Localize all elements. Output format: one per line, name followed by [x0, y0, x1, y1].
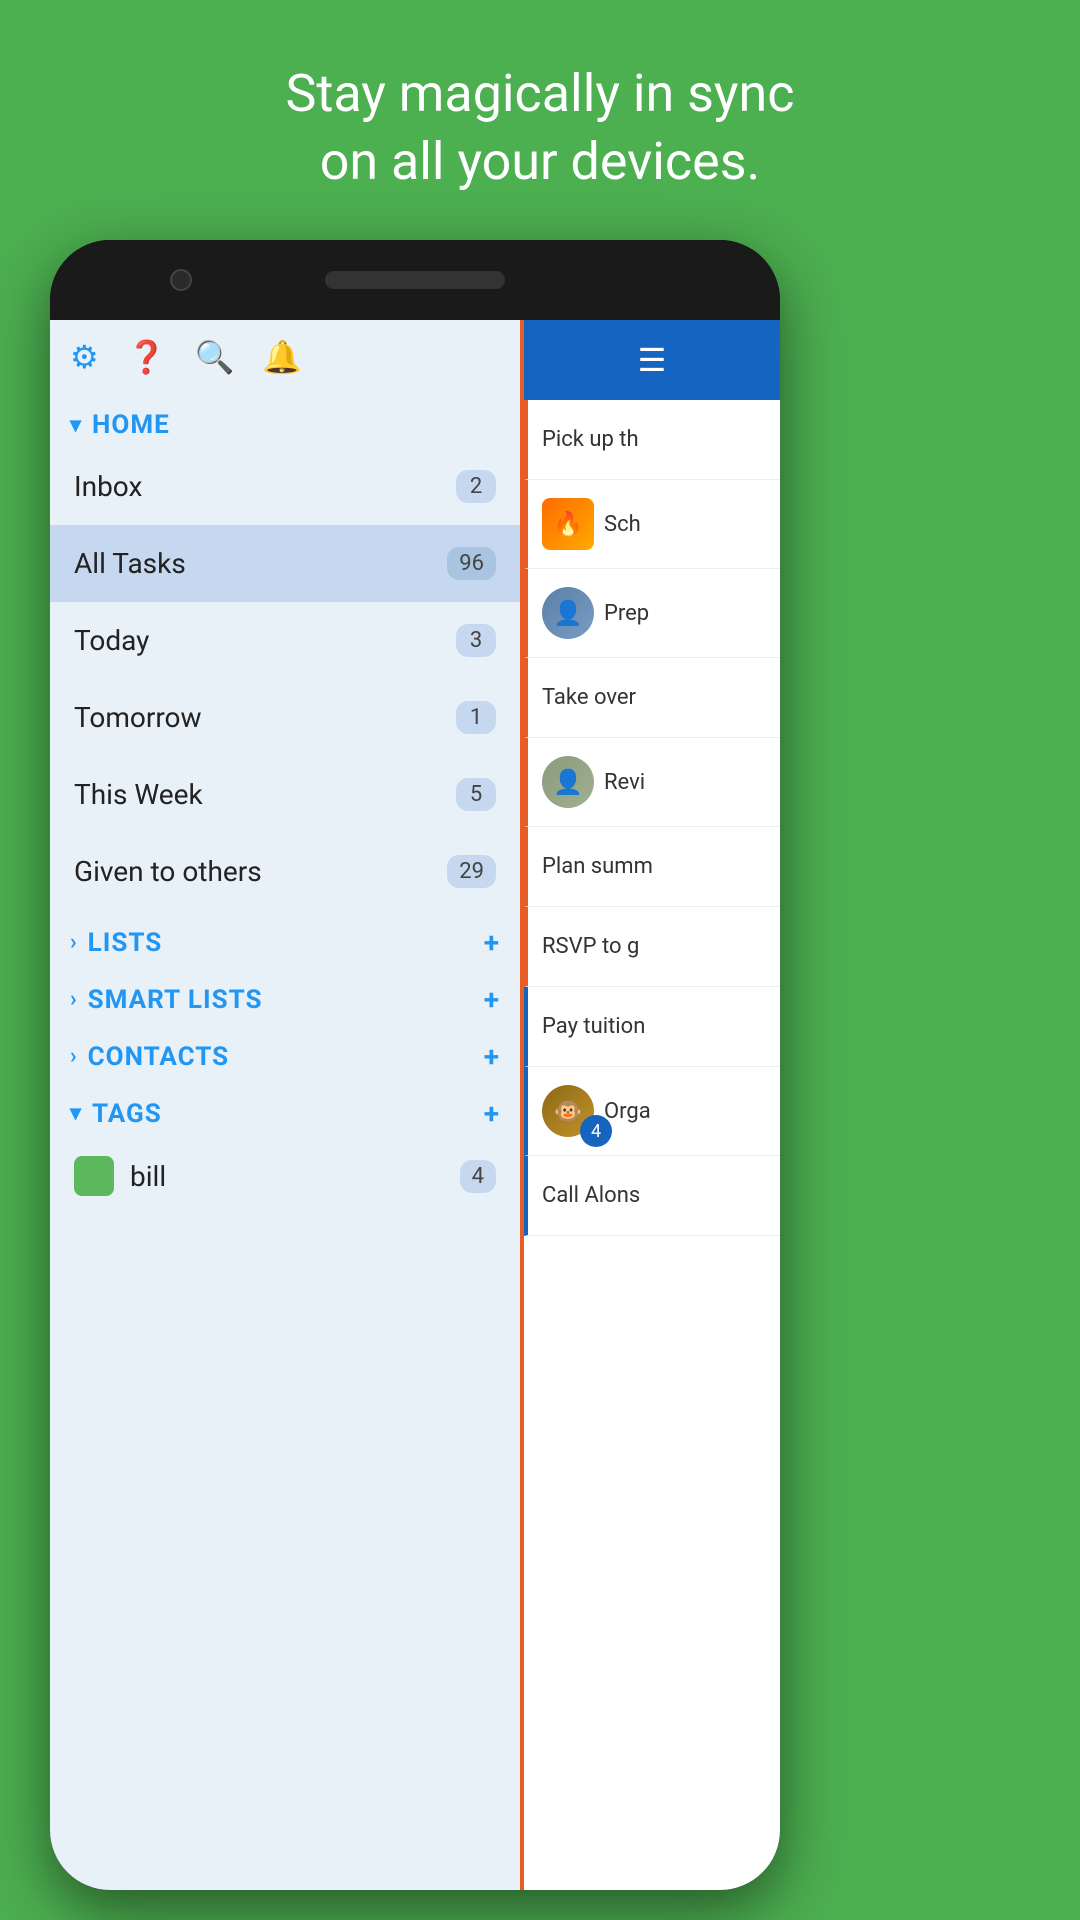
contacts-section-header[interactable]: › CONTACTS + — [50, 1024, 520, 1081]
inbox-count: 2 — [456, 470, 496, 503]
smartlists-section-label: SMART LISTS — [88, 985, 263, 1015]
tomorrow-label: Tomorrow — [74, 701, 202, 734]
tag-label-bill: bill — [130, 1160, 166, 1193]
giventoothers-label: Given to others — [74, 855, 262, 888]
lists-add-icon[interactable]: + — [484, 926, 500, 959]
home-chevron-icon: ▾ — [70, 413, 82, 438]
nav-item-today[interactable]: Today 3 — [50, 602, 520, 679]
alltasks-count: 96 — [447, 547, 496, 580]
alltasks-label: All Tasks — [74, 547, 186, 580]
tags-section-header[interactable]: ▾ TAGS + — [50, 1081, 520, 1138]
task-list: Pick up th 🔥 Sch 👤 Prep Take over 👤 Revi — [524, 400, 780, 1890]
today-label: Today — [74, 624, 149, 657]
smartlists-chevron-icon: › — [70, 987, 78, 1012]
drawer-panel: ⚙ ❓ 🔍 🔔 ▾ HOME Inbox 2 All Tasks 9 — [50, 320, 520, 1890]
task-text-9: Orga — [604, 1099, 766, 1124]
today-count: 3 — [456, 624, 496, 657]
task-text-3: Prep — [604, 601, 766, 626]
tag-dot-bill — [74, 1156, 114, 1196]
task-item-9[interactable]: 🐵 4 Orga — [524, 1067, 780, 1156]
thisweek-label: This Week — [74, 778, 203, 811]
task-avatar-5: 👤 — [542, 756, 594, 808]
header-text: Stay magically in sync on all your devic… — [0, 60, 1080, 195]
task-item-2[interactable]: 🔥 Sch — [524, 480, 780, 569]
header-line1: Stay magically in sync — [0, 60, 1080, 128]
task-text-7: RSVP to g — [542, 934, 766, 959]
task-text-2: Sch — [604, 512, 766, 537]
tags-chevron-icon: ▾ — [70, 1101, 82, 1126]
nav-item-giventoothers[interactable]: Given to others 29 — [50, 833, 520, 910]
task-item-6[interactable]: Plan summ — [524, 827, 780, 907]
contacts-add-icon[interactable]: + — [484, 1040, 500, 1073]
lists-section-header[interactable]: › LISTS + — [50, 910, 520, 967]
lists-chevron-icon: › — [70, 930, 78, 955]
task-avatar-2: 🔥 — [542, 498, 594, 550]
phone-screen: ⚙ ❓ 🔍 🔔 ▾ HOME Inbox 2 All Tasks 9 — [50, 320, 780, 1890]
header-line2: on all your devices. — [0, 128, 1080, 196]
hamburger-icon[interactable]: ☰ — [638, 341, 667, 379]
phone-camera — [170, 269, 192, 291]
task-item-4[interactable]: Take over — [524, 658, 780, 738]
task-text-8: Pay tuition — [542, 1014, 766, 1039]
tags-add-icon[interactable]: + — [484, 1097, 500, 1130]
gear-icon[interactable]: ⚙ — [70, 338, 99, 376]
task-panel: ☰ Pick up th 🔥 Sch 👤 Prep Take over — [520, 320, 780, 1890]
task-text-1: Pick up th — [542, 427, 766, 452]
task-text-10: Call Alons — [542, 1183, 766, 1208]
task-item-7[interactable]: RSVP to g — [524, 907, 780, 987]
home-section-header[interactable]: ▾ HOME — [50, 394, 520, 448]
tag-count-bill: 4 — [460, 1160, 496, 1193]
tag-item-bill[interactable]: bill 4 — [50, 1138, 520, 1214]
task-text-4: Take over — [542, 685, 766, 710]
task-badge-9: 4 — [580, 1115, 612, 1147]
help-icon[interactable]: ❓ — [127, 338, 167, 376]
task-text-5: Revi — [604, 770, 766, 795]
task-item-3[interactable]: 👤 Prep — [524, 569, 780, 658]
task-item-8[interactable]: Pay tuition — [524, 987, 780, 1067]
phone-speaker — [325, 271, 505, 289]
nav-item-thisweek[interactable]: This Week 5 — [50, 756, 520, 833]
task-item-5[interactable]: 👤 Revi — [524, 738, 780, 827]
task-item-1[interactable]: Pick up th — [524, 400, 780, 480]
tomorrow-count: 1 — [456, 701, 496, 734]
phone-top-bar — [50, 240, 780, 320]
task-header: ☰ — [524, 320, 780, 400]
bell-icon[interactable]: 🔔 — [262, 338, 302, 376]
search-icon[interactable]: 🔍 — [195, 338, 235, 376]
smartlists-section-header[interactable]: › SMART LISTS + — [50, 967, 520, 1024]
smartlists-add-icon[interactable]: + — [484, 983, 500, 1016]
phone-frame: ⚙ ❓ 🔍 🔔 ▾ HOME Inbox 2 All Tasks 9 — [50, 240, 780, 1890]
tags-section-label: TAGS — [92, 1099, 162, 1129]
nav-item-alltasks[interactable]: All Tasks 96 — [50, 525, 520, 602]
nav-item-inbox[interactable]: Inbox 2 — [50, 448, 520, 525]
home-section-label: HOME — [92, 410, 170, 440]
inbox-label: Inbox — [74, 470, 142, 503]
nav-item-tomorrow[interactable]: Tomorrow 1 — [50, 679, 520, 756]
task-text-6: Plan summ — [542, 854, 766, 879]
thisweek-count: 5 — [456, 778, 496, 811]
task-item-10[interactable]: Call Alons — [524, 1156, 780, 1236]
drawer-list: ▾ HOME Inbox 2 All Tasks 96 Today 3 To — [50, 394, 520, 1890]
lists-section-label: LISTS — [88, 928, 163, 958]
contacts-section-label: CONTACTS — [88, 1042, 229, 1072]
drawer-toolbar: ⚙ ❓ 🔍 🔔 — [50, 320, 520, 394]
task-avatar-3: 👤 — [542, 587, 594, 639]
contacts-chevron-icon: › — [70, 1044, 78, 1069]
giventoothers-count: 29 — [447, 855, 496, 888]
